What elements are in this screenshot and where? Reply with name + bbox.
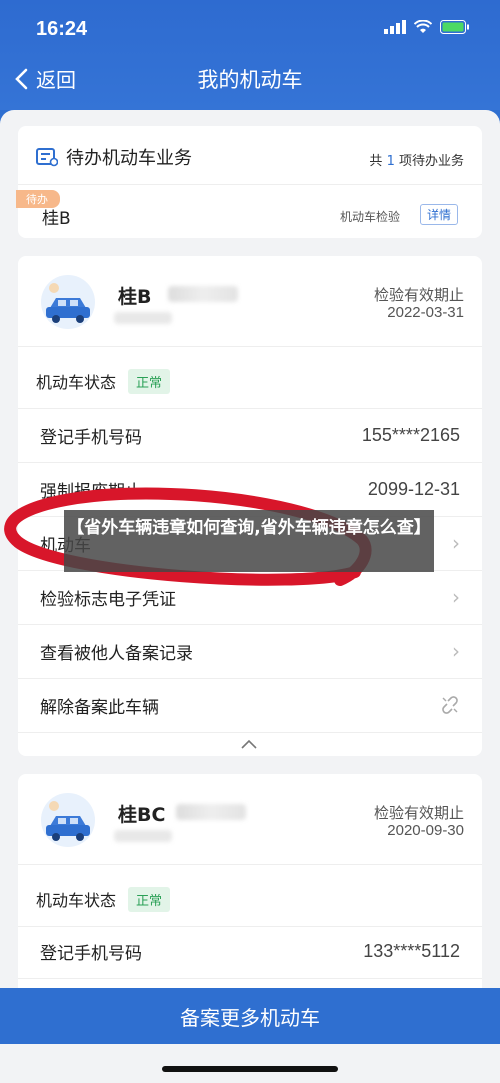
chevron-right-icon: › [452, 639, 460, 663]
divider [18, 346, 482, 347]
row-label: 登记手机号码 [40, 427, 142, 448]
top-bar: 16:24 我的机动车 返回 [0, 0, 500, 110]
expiry-label: 检验有效期止 [373, 286, 464, 304]
todo-header: 待办机动车业务 [36, 144, 192, 170]
main-content: 待办机动车业务 共 1 项待办业务 待办 桂B 机动车检验 详情 桂B 检验有效… [0, 110, 500, 1083]
todo-count-prefix: 共 [369, 154, 383, 169]
row-label: 强制报废期止 [40, 481, 142, 502]
plate-number: 桂BC [118, 804, 166, 826]
plate-number: 桂B [118, 286, 152, 308]
row-label: 检验标志电子凭证 [40, 589, 176, 610]
chevron-up-icon[interactable] [240, 738, 258, 750]
todo-count-suffix: 项待办业务 [398, 154, 464, 169]
home-indicator [162, 1066, 338, 1072]
todo-count-number: 1 [386, 154, 395, 169]
back-button[interactable]: 返回 [14, 64, 76, 93]
row-label: 查看被他人备案记录 [40, 643, 193, 664]
back-label: 返回 [36, 68, 76, 92]
filing-records-row[interactable]: 查看被他人备案记录 › [18, 624, 482, 678]
status-label: 机动车状态 [36, 891, 117, 910]
e-certificate-row[interactable]: 检验标志电子凭证 › [18, 570, 482, 624]
todo-plate: 桂B [42, 209, 71, 229]
car-icon [41, 793, 95, 847]
chevron-right-icon: › [452, 585, 460, 609]
detail-button[interactable]: 详情 [419, 204, 458, 225]
status-time: 16:24 [36, 18, 88, 40]
todo-card: 待办机动车业务 共 1 项待办业务 待办 桂B 机动车检验 详情 [16, 126, 482, 238]
battery-icon [440, 20, 469, 34]
divider [18, 732, 482, 733]
phone-row: 登记手机号码 155****2165 [18, 408, 482, 462]
phone-row: 登记手机号码 133****5112 [18, 924, 482, 978]
status-row: 机动车状态 正常 [18, 354, 482, 408]
todo-count: 共 1 项待办业务 [369, 150, 464, 169]
unlink-icon [442, 696, 458, 714]
divider [18, 864, 482, 865]
status-icons [384, 20, 470, 34]
status-label: 机动车状态 [36, 373, 117, 392]
wifi-icon [414, 20, 432, 33]
scrap-date-row: 强制报废期止 2099-12-31 [18, 462, 482, 516]
expiry-date: 2022-03-31 [387, 304, 464, 321]
plate-sub-mask [114, 830, 172, 842]
status-badge: 正常 [128, 886, 171, 912]
row-label: 登记手机号码 [40, 943, 142, 964]
signal-icon [384, 20, 406, 34]
plate-sub-mask [114, 312, 172, 324]
car-icon [41, 275, 95, 329]
overlay-caption: 【省外车辆违章如何查询,省外车辆违章怎么查】 [64, 510, 434, 572]
row-value: 2099-12-31 [367, 478, 460, 499]
plate-mask [168, 286, 238, 302]
expiry-label: 检验有效期止 [373, 804, 464, 822]
divider [18, 184, 482, 185]
chevron-right-icon: › [452, 531, 460, 555]
todo-type: 机动车检验 [339, 210, 400, 224]
expiry-date: 2020-09-30 [387, 822, 464, 839]
todo-title: 待办机动车业务 [66, 148, 192, 169]
status-row: 机动车状态 正常 [18, 872, 482, 926]
vehicle-card: 桂B 检验有效期止 2022-03-31 机动车状态 正常 登记手机号码 155… [18, 256, 482, 756]
divider [18, 978, 482, 979]
chevron-left-icon [15, 68, 28, 89]
home-indicator-area [0, 1044, 500, 1083]
remove-filing-row[interactable]: 解除备案此车辆 [18, 678, 482, 732]
row-value: 155****2165 [361, 424, 460, 445]
plate-mask [176, 804, 246, 820]
row-label: 解除备案此车辆 [40, 697, 159, 718]
status-badge: 正常 [128, 368, 171, 394]
row-value: 133****5112 [363, 940, 460, 961]
add-more-vehicles-button[interactable]: 备案更多机动车 [0, 988, 500, 1044]
todo-list-icon [36, 148, 58, 167]
